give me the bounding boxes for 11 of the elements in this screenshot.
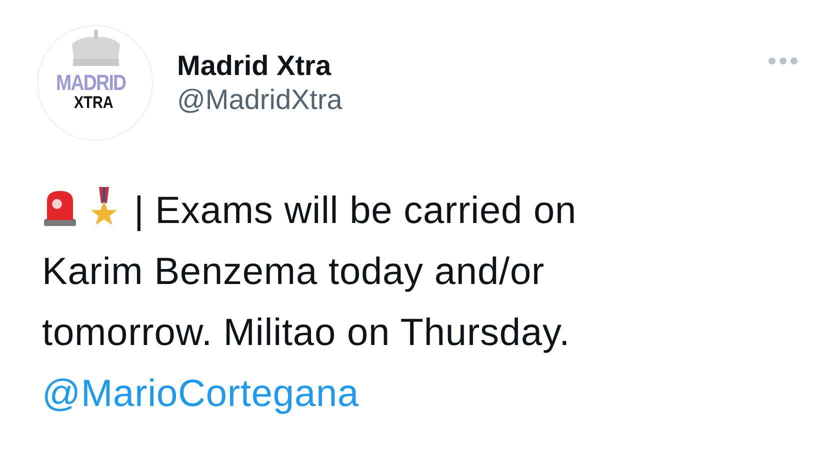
author-name[interactable]: Madrid Xtra [177,49,744,83]
tweet-text-line: tomorrow. Militao on Thursday. [42,311,570,356]
medal-icon [88,187,119,227]
avatar[interactable]: MADRID XTRA [37,25,153,141]
author-handle[interactable]: @MadridXtra [177,83,744,117]
logo-text: MADRID [56,72,126,94]
tweet-text-line: Karim Benzema today and/or [42,250,545,295]
more-icon[interactable] [768,56,798,64]
siren-icon [42,189,78,227]
tweet-text-line: | Exams will be carried on [134,190,577,232]
logo-text: XTRA [74,94,114,111]
